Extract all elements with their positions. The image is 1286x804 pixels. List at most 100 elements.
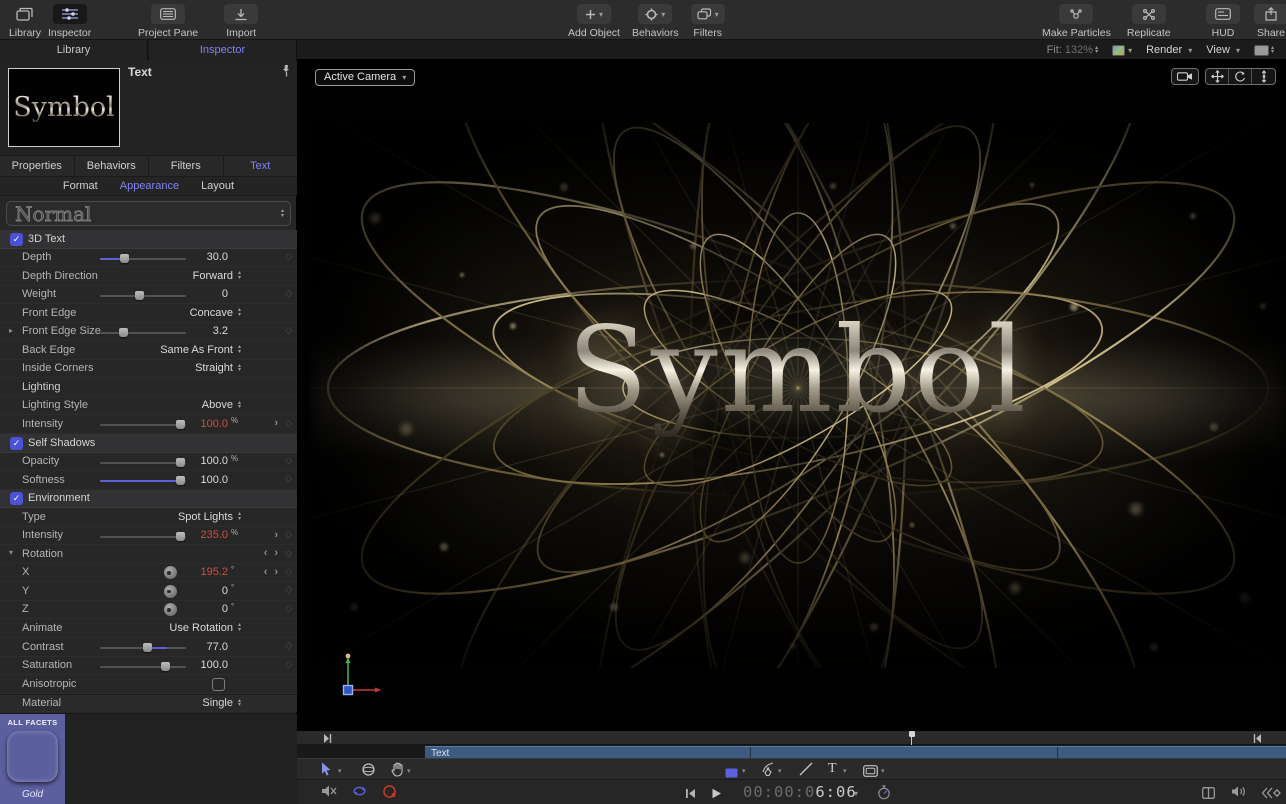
timecode-chevron-icon[interactable]: ▾ (854, 789, 858, 798)
tab-behaviors[interactable]: Behaviors (75, 156, 149, 176)
value-softness[interactable]: 100.0 (148, 474, 228, 486)
pan-tool-button[interactable] (1206, 69, 1229, 84)
keyframe-icon[interactable]: ◇ (285, 659, 292, 670)
value-intensity[interactable]: 235.0 (148, 529, 228, 541)
checkbox-anisotropic[interactable] (212, 677, 225, 691)
popup-front-edge[interactable]: Concave ▴ ▾ (190, 307, 241, 319)
project-pane-button[interactable]: Project Pane (138, 0, 198, 40)
bezier-tool-button[interactable] (761, 762, 775, 782)
keyframe-icon[interactable]: ◇ (285, 529, 292, 540)
keyframe-icon[interactable]: ◇ (285, 288, 292, 299)
hand-tool-button[interactable] (391, 762, 404, 782)
value-weight[interactable]: 0 (148, 288, 228, 300)
behaviors-button[interactable]: ▾ Behaviors (632, 0, 679, 40)
value-depth[interactable]: 30.0 (148, 251, 228, 263)
next-keyframe-icon[interactable]: › (274, 417, 278, 429)
keyframe-icon[interactable]: ◇ (285, 603, 292, 614)
tab-filters[interactable]: Filters (149, 156, 224, 176)
record-button[interactable] (382, 784, 397, 804)
timeline-ruler[interactable] (297, 731, 1286, 745)
library-button[interactable]: Library (8, 0, 42, 40)
popup-animate[interactable]: Use Rotation ▴ ▾ (169, 622, 241, 634)
checkbox-environment[interactable]: ✓ (10, 492, 23, 506)
canvas-text[interactable]: Symbol (310, 301, 1286, 439)
hud-button[interactable]: HUD (1206, 0, 1240, 40)
filters-button[interactable]: ▾ Filters (690, 0, 725, 40)
value-front-edge-size[interactable]: 3.2 (148, 325, 228, 337)
popup-lighting-style[interactable]: Above ▴ ▾ (202, 399, 241, 411)
value-contrast[interactable]: 77.0 (148, 641, 228, 653)
checkbox-3d-text[interactable]: ✓ (10, 232, 23, 246)
keyframe-icon[interactable]: ◇ (285, 584, 292, 595)
tab-inspector[interactable]: Inspector (149, 40, 297, 60)
hand-tool-chevron-icon[interactable]: ▾ (407, 767, 411, 775)
popup-back-edge[interactable]: Same As Front ▴ ▾ (160, 344, 241, 356)
text-tool-button[interactable]: T (828, 761, 837, 777)
style-preset-dropdown[interactable]: Normal ▴ ▾ (6, 201, 291, 226)
dolly-tool-button[interactable] (1252, 69, 1275, 84)
tab-library[interactable]: Library (0, 40, 148, 60)
select-tool-chevron-icon[interactable]: ▾ (338, 767, 342, 775)
slider-thumb-front-edge-size[interactable] (119, 327, 129, 337)
previous-keyframe-icon[interactable]: ‹ (264, 566, 268, 578)
orbit-tool-button[interactable] (1229, 69, 1252, 84)
disclosure-right-icon[interactable]: ▸ (9, 326, 13, 335)
keyframe-icon[interactable]: ◇ (285, 640, 292, 651)
subtab-layout[interactable]: Layout (201, 177, 234, 195)
fit-control[interactable]: Fit: 132% ▴ ▾ (1047, 44, 1099, 56)
value-opacity[interactable]: 100.0 (148, 455, 228, 467)
show-timeline-button[interactable] (1261, 786, 1281, 804)
keyframe-icon[interactable]: ◇ (285, 548, 292, 559)
inspector-button[interactable]: Inspector (48, 0, 91, 40)
project-duration-button[interactable] (877, 785, 891, 804)
keyframe-icon[interactable]: ◇ (285, 251, 292, 262)
disclosure-down-icon[interactable]: ▾ (9, 548, 13, 557)
replicate-button[interactable]: Replicate (1127, 0, 1171, 40)
material-facet-cell[interactable]: ALL FACETS Gold (0, 714, 65, 804)
previous-frame-button[interactable] (685, 786, 696, 804)
add-object-button[interactable]: ▾ Add Object (568, 0, 620, 40)
loop-button[interactable] (351, 784, 368, 803)
camera-view-button[interactable] (1171, 68, 1199, 85)
popup-material[interactable]: Single ▴ ▾ (202, 697, 241, 709)
line-tool-button[interactable] (799, 762, 813, 781)
select-tool-button[interactable] (321, 762, 332, 781)
fit-stepper-icon[interactable]: ▴ ▾ (1095, 45, 1098, 55)
render-menu[interactable]: Render ▾ (1146, 44, 1192, 56)
color-swatch-control[interactable]: ▾ (1112, 44, 1132, 56)
in-point-marker-icon[interactable] (323, 734, 332, 743)
show-keyframes-button[interactable] (1202, 786, 1215, 804)
rectangle-tool-chevron-icon[interactable]: ▾ (742, 767, 746, 775)
make-particles-button[interactable]: Make Particles (1042, 0, 1111, 40)
import-button[interactable]: Import (224, 0, 259, 40)
audio-button[interactable] (1231, 785, 1247, 803)
popup-type[interactable]: Spot Lights ▴ ▾ (178, 511, 241, 523)
view-menu[interactable]: View ▾ (1206, 44, 1240, 56)
out-point-marker-icon[interactable] (1253, 734, 1262, 743)
canvas-viewport[interactable]: Symbol Active Camera ▾ (297, 60, 1286, 731)
share-button[interactable]: Share (1254, 0, 1286, 40)
value-y[interactable]: 0 (148, 585, 228, 597)
bezier-tool-chevron-icon[interactable]: ▾ (778, 767, 782, 775)
keyframe-icon[interactable]: ◇ (285, 455, 292, 466)
checkbox-self-shadows[interactable]: ✓ (10, 436, 23, 450)
next-keyframe-icon[interactable]: › (274, 547, 278, 559)
mute-button[interactable] (321, 784, 337, 803)
keyframe-icon[interactable]: ◇ (285, 325, 292, 336)
next-keyframe-icon[interactable]: › (274, 529, 278, 541)
play-button[interactable] (711, 786, 722, 804)
keyframe-icon[interactable]: ◇ (285, 473, 292, 484)
value-z[interactable]: 0 (148, 603, 228, 615)
value-x[interactable]: 195.2 (148, 566, 228, 578)
timecode-display[interactable]: 00:00:06:06 (743, 783, 857, 801)
pin-icon[interactable] (282, 64, 291, 83)
text-track-bar[interactable]: Text (425, 745, 1286, 759)
value-intensity[interactable]: 100.0 (148, 418, 228, 430)
slider-thumb-depth[interactable] (120, 253, 130, 263)
tab-text[interactable]: Text (224, 156, 298, 176)
tab-properties[interactable]: Properties (0, 156, 75, 176)
mask-tool-chevron-icon[interactable]: ▾ (881, 767, 885, 775)
channel-display-control[interactable]: ▴ ▾ (1253, 44, 1274, 56)
active-camera-menu[interactable]: Active Camera ▾ (315, 69, 416, 86)
text-tool-chevron-icon[interactable]: ▾ (843, 767, 847, 775)
